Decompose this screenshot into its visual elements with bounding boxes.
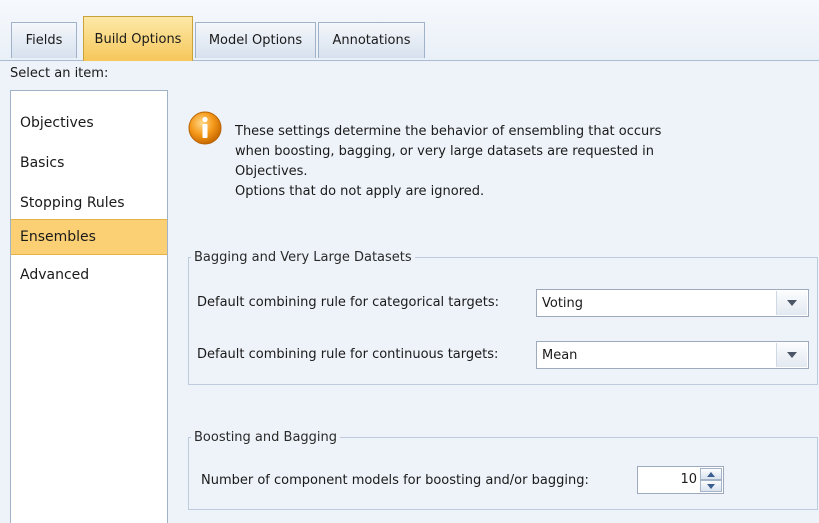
spin-up-icon[interactable] — [700, 468, 722, 480]
continuous-rule-select[interactable]: Mean — [536, 341, 809, 369]
continuous-rule-value: Mean — [542, 347, 578, 363]
chevron-down-icon[interactable] — [776, 291, 807, 315]
list-item-objectives[interactable]: Objectives — [11, 107, 167, 139]
tab-label: Build Options — [94, 31, 182, 47]
categorical-rule-value: Voting — [542, 295, 584, 311]
tab-label: Annotations — [332, 33, 411, 48]
chevron-down-icon[interactable] — [776, 343, 807, 367]
list-item-label: Basics — [20, 155, 65, 171]
list-item-basics[interactable]: Basics — [11, 147, 167, 179]
list-item-ensembles[interactable]: Ensembles — [11, 219, 167, 255]
list-item-label: Ensembles — [20, 229, 96, 245]
list-item-label: Advanced — [20, 267, 90, 283]
boosting-group-legend: Boosting and Bagging — [194, 430, 338, 445]
categorical-rule-select[interactable]: Voting — [536, 289, 809, 317]
tab-annotations[interactable]: Annotations — [318, 22, 425, 58]
spin-down-icon[interactable] — [700, 480, 722, 492]
info-line: These settings determine the behavior of… — [235, 124, 662, 139]
list-item-label: Stopping Rules — [20, 195, 125, 211]
tab-strip: Fields Build Options Model Options Annot… — [0, 0, 819, 61]
categorical-rule-label: Default combining rule for categorical t… — [197, 295, 499, 310]
list-item-label: Objectives — [20, 115, 94, 131]
bagging-group-legend: Bagging and Very Large Datasets — [194, 250, 412, 265]
tab-label: Fields — [25, 33, 63, 48]
info-line: when boosting, bagging, or very large da… — [235, 144, 654, 159]
info-line: Objectives. — [235, 164, 308, 179]
component-models-value: 10 — [680, 472, 697, 487]
select-item-label: Select an item: — [10, 66, 109, 81]
component-models-label: Number of component models for boosting … — [201, 473, 589, 488]
list-item-advanced[interactable]: Advanced — [11, 259, 167, 291]
component-models-stepper[interactable]: 10 — [637, 466, 724, 494]
tab-build-options[interactable]: Build Options — [83, 16, 193, 61]
info-message: These settings determine the behavior of… — [235, 122, 755, 202]
tab-model-options[interactable]: Model Options — [195, 22, 316, 58]
tab-label: Model Options — [208, 33, 303, 48]
item-list: Objectives Basics Stopping Rules Ensembl… — [10, 90, 168, 523]
continuous-rule-label: Default combining rule for continuous ta… — [197, 347, 499, 362]
info-icon — [188, 111, 222, 145]
tab-fields[interactable]: Fields — [11, 22, 77, 58]
list-item-stopping-rules[interactable]: Stopping Rules — [11, 187, 167, 219]
info-line: Options that do not apply are ignored. — [235, 184, 485, 199]
